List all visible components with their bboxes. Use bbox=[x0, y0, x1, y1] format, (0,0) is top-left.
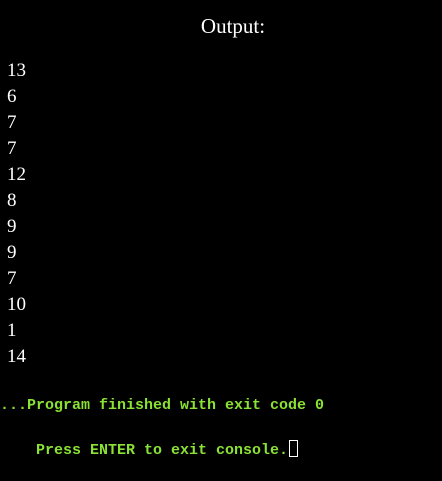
exit-prompt-line[interactable]: Press ENTER to exit console. bbox=[0, 420, 299, 481]
output-line: 6 bbox=[7, 86, 17, 107]
output-line: 1 bbox=[7, 320, 17, 341]
output-line: 8 bbox=[7, 190, 17, 211]
output-line: 7 bbox=[7, 268, 17, 289]
output-line: 7 bbox=[7, 112, 17, 133]
exit-code-message: ...Program finished with exit code 0 bbox=[0, 397, 325, 414]
output-line: 10 bbox=[7, 294, 26, 315]
output-line: 7 bbox=[7, 138, 17, 159]
output-line: 12 bbox=[7, 164, 26, 185]
output-line: 9 bbox=[7, 242, 17, 263]
output-line: 13 bbox=[7, 60, 26, 81]
output-title: Output: bbox=[200, 14, 266, 38]
output-line: 9 bbox=[7, 216, 17, 237]
exit-prompt-text: Press ENTER to exit console. bbox=[36, 442, 289, 459]
console-window[interactable]: Output: 13 6 7 7 12 8 9 9 7 10 1 14 ...P… bbox=[0, 0, 442, 459]
output-list: 13 6 7 7 12 8 9 9 7 10 1 14 bbox=[7, 58, 26, 370]
output-line: 14 bbox=[7, 346, 26, 367]
cursor-icon[interactable] bbox=[289, 440, 299, 457]
